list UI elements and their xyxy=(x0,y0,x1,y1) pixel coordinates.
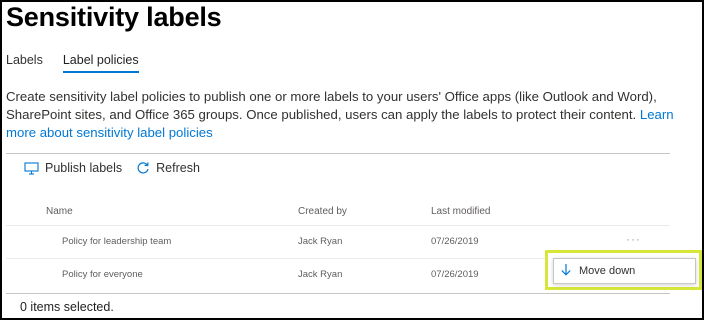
move-down-menu-item[interactable]: Move down xyxy=(553,258,696,284)
publish-labels-label: Publish labels xyxy=(45,161,123,175)
move-down-label: Move down xyxy=(579,265,636,277)
column-header-created-by[interactable]: Created by xyxy=(298,206,347,217)
row-last-modified: 07/26/2019 xyxy=(431,236,479,247)
row-created-by: Jack Ryan xyxy=(298,269,343,280)
divider xyxy=(6,153,670,154)
description-text: Create sensitivity label policies to pub… xyxy=(6,89,657,122)
row-created-by: Jack Ryan xyxy=(298,236,343,247)
tab-label-policies[interactable]: Label policies xyxy=(62,53,139,73)
page-title: Sensitivity labels xyxy=(6,2,222,32)
selection-status: 0 items selected. xyxy=(20,300,114,314)
row-name: Policy for leadership team xyxy=(62,236,172,247)
row-last-modified: 07/26/2019 xyxy=(431,269,479,280)
arrow-down-icon xyxy=(560,263,572,279)
tab-labels[interactable]: Labels xyxy=(6,53,43,73)
refresh-icon xyxy=(136,161,150,175)
refresh-label: Refresh xyxy=(156,161,200,175)
command-bar: Publish labels Refresh xyxy=(24,161,200,175)
refresh-button[interactable]: Refresh xyxy=(136,161,200,175)
tab-bar: Labels Label policies xyxy=(6,53,159,73)
publish-labels-button[interactable]: Publish labels xyxy=(24,161,122,175)
row-separator xyxy=(6,225,670,226)
publish-icon xyxy=(24,161,39,175)
column-header-name[interactable]: Name xyxy=(46,206,73,217)
page-description: Create sensitivity label policies to pub… xyxy=(6,88,686,142)
footer-divider xyxy=(6,293,670,294)
column-header-last-modified[interactable]: Last modified xyxy=(431,206,490,217)
row-name: Policy for everyone xyxy=(62,269,143,280)
more-actions-icon[interactable]: ··· xyxy=(626,232,641,246)
